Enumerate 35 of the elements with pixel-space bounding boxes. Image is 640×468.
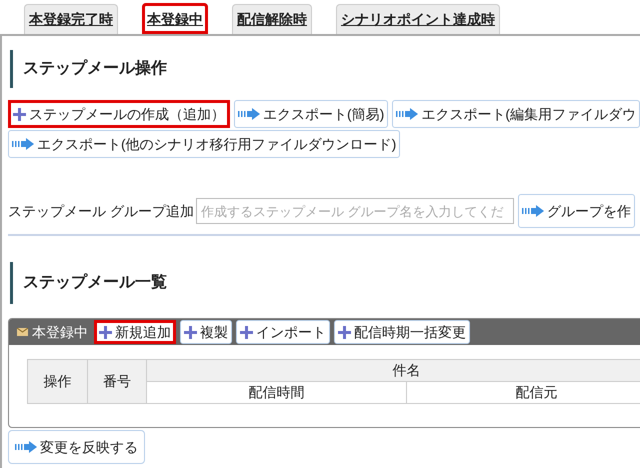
envelope-icon — [17, 328, 28, 336]
arrow-icon — [396, 108, 418, 120]
action-button[interactable]: ステップメールの作成（追加） — [8, 100, 230, 128]
action-button[interactable]: 複製 — [180, 320, 232, 344]
input-field[interactable]: 作成するステップメール グループ名を入力してくだ — [196, 198, 514, 224]
panel-title: 本登録中 — [32, 322, 88, 342]
tab[interactable]: 配信解除時 — [232, 4, 312, 34]
plus-icon — [13, 108, 26, 120]
field-label: ステップメール グループ追加 — [8, 202, 194, 220]
action-button[interactable]: グループを作 — [518, 194, 635, 228]
tab[interactable]: 本登録完了時 — [24, 4, 118, 34]
action-button[interactable]: 変更を反映する — [8, 430, 145, 464]
action-button[interactable]: 配信時期一括変更 — [334, 320, 470, 344]
section-heading: ステップメール一覧 — [23, 272, 167, 293]
column-header: 配信時間 — [146, 382, 406, 404]
arrow-icon — [238, 108, 260, 120]
plus-icon — [184, 326, 197, 338]
arrow-icon — [15, 441, 37, 453]
arrow-icon — [12, 138, 34, 150]
plus-icon — [338, 326, 351, 338]
action-button[interactable]: エクスポート(簡易) — [234, 100, 388, 128]
column-header: 件名 — [146, 360, 640, 382]
column-header: 番号 — [87, 360, 146, 404]
plus-icon — [99, 326, 112, 338]
action-button[interactable]: インポート — [236, 320, 330, 344]
column-header: 配信元 — [406, 382, 640, 404]
tab[interactable]: 本登録中 — [142, 3, 208, 34]
arrow-icon — [522, 205, 544, 217]
column-header: 操作 — [28, 360, 87, 404]
action-button[interactable]: 新規追加 — [94, 320, 176, 344]
action-button[interactable]: エクスポート(他のシナリオ移行用ファイルダウンロード) — [8, 130, 400, 158]
action-button[interactable]: エクスポート(編集用ファイルダウ — [392, 100, 640, 128]
tab[interactable]: シナリオポイント達成時 — [336, 4, 500, 34]
section-heading: ステップメール操作 — [23, 58, 167, 79]
plus-icon — [240, 326, 253, 338]
